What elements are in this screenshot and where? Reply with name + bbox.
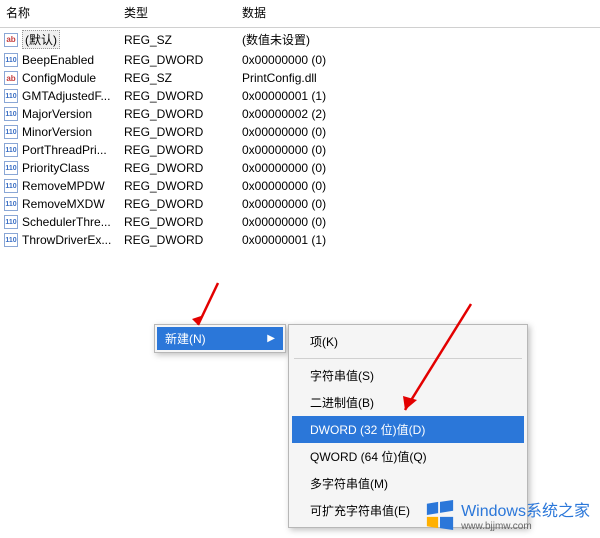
cell-data: 0x00000000 (0) <box>242 143 600 157</box>
cell-type: REG_DWORD <box>124 143 242 157</box>
cell-data: 0x00000000 (0) <box>242 53 600 67</box>
cell-type: REG_DWORD <box>124 179 242 193</box>
menu-item-label: 新建(N) <box>165 330 206 347</box>
table-row[interactable]: 110 PortThreadPri... REG_DWORD 0x00000000… <box>0 141 600 159</box>
cell-type: REG_DWORD <box>124 53 242 67</box>
menu-item-new[interactable]: 新建(N) ▶ <box>157 327 283 350</box>
table-row[interactable]: 110 BeepEnabled REG_DWORD 0x00000000 (0) <box>0 51 600 69</box>
table-row[interactable]: 110 MajorVersion REG_DWORD 0x00000002 (2) <box>0 105 600 123</box>
dword-icon: 110 <box>4 125 18 139</box>
cell-name: RemoveMXDW <box>22 197 105 211</box>
menu-item-label: DWORD (32 位)值(D) <box>310 423 425 437</box>
cell-data: 0x00000001 (1) <box>242 233 600 247</box>
watermark-url: www.bjjmw.com <box>461 521 590 532</box>
menu-item-key[interactable]: 项(K) <box>292 328 524 355</box>
header-data[interactable]: 数据 <box>242 4 600 21</box>
header-name[interactable]: 名称 <box>6 4 124 21</box>
dword-icon: 110 <box>4 89 18 103</box>
context-menu: 新建(N) ▶ <box>154 324 286 353</box>
cell-data: 0x00000000 (0) <box>242 125 600 139</box>
menu-item-qword-value[interactable]: QWORD (64 位)值(Q) <box>292 443 524 470</box>
cell-name: PortThreadPri... <box>22 143 107 157</box>
cell-name: ConfigModule <box>22 71 96 85</box>
table-header: 名称 类型 数据 <box>0 0 600 28</box>
cell-data: 0x00000001 (1) <box>242 89 600 103</box>
dword-icon: 110 <box>4 215 18 229</box>
registry-table: ab (默认) REG_SZ (数值未设置) 110 BeepEnabled REG… <box>0 28 600 249</box>
cell-name: SchedulerThre... <box>22 215 111 229</box>
table-row[interactable]: ab ConfigModule REG_SZ PrintConfig.dll <box>0 69 600 87</box>
cell-type: REG_DWORD <box>124 89 242 103</box>
submenu-arrow-icon: ▶ <box>267 333 275 344</box>
menu-item-string-value[interactable]: 字符串值(S) <box>292 362 524 389</box>
menu-item-label: 多字符串值(M) <box>310 477 388 491</box>
menu-item-label: 项(K) <box>310 335 338 349</box>
dword-icon: 110 <box>4 179 18 193</box>
cell-type: REG_DWORD <box>124 125 242 139</box>
menu-item-binary-value[interactable]: 二进制值(B) <box>292 389 524 416</box>
table-row[interactable]: 110 RemoveMPDW REG_DWORD 0x00000000 (0) <box>0 177 600 195</box>
menu-item-label: 二进制值(B) <box>310 396 374 410</box>
cell-name: GMTAdjustedF... <box>22 89 110 103</box>
cell-name: MinorVersion <box>22 125 92 139</box>
dword-icon: 110 <box>4 53 18 67</box>
cell-name: MajorVersion <box>22 107 92 121</box>
table-row[interactable]: 110 GMTAdjustedF... REG_DWORD 0x00000001 … <box>0 87 600 105</box>
cell-type: REG_DWORD <box>124 233 242 247</box>
menu-item-multi-string-value[interactable]: 多字符串值(M) <box>292 470 524 497</box>
table-row[interactable]: 110 PriorityClass REG_DWORD 0x00000000 (0… <box>0 159 600 177</box>
dword-icon: 110 <box>4 107 18 121</box>
header-type[interactable]: 类型 <box>124 4 242 21</box>
cell-type: REG_DWORD <box>124 161 242 175</box>
menu-item-label: 字符串值(S) <box>310 369 374 383</box>
menu-separator <box>294 358 522 359</box>
table-row[interactable]: 110 RemoveMXDW REG_DWORD 0x00000000 (0) <box>0 195 600 213</box>
cell-type: REG_DWORD <box>124 197 242 211</box>
dword-icon: 110 <box>4 143 18 157</box>
cell-type: REG_DWORD <box>124 215 242 229</box>
table-row[interactable]: ab (默认) REG_SZ (数值未设置) <box>0 28 600 51</box>
cell-data: 0x00000000 (0) <box>242 161 600 175</box>
cell-data: (数值未设置) <box>242 31 600 48</box>
cell-type: REG_SZ <box>124 33 242 47</box>
menu-item-dword-value[interactable]: DWORD (32 位)值(D) <box>292 416 524 443</box>
cell-type: REG_DWORD <box>124 107 242 121</box>
string-icon: ab <box>4 33 18 47</box>
cell-name: (默认) <box>22 30 60 49</box>
cell-data: 0x00000002 (2) <box>242 107 600 121</box>
dword-icon: 110 <box>4 233 18 247</box>
cell-name: ThrowDriverEx... <box>22 233 111 247</box>
dword-icon: 110 <box>4 197 18 211</box>
table-row[interactable]: 110 SchedulerThre... REG_DWORD 0x00000000… <box>0 213 600 231</box>
menu-item-label: QWORD (64 位)值(Q) <box>310 450 427 464</box>
table-row[interactable]: 110 MinorVersion REG_DWORD 0x00000000 (0) <box>0 123 600 141</box>
cell-data: 0x00000000 (0) <box>242 197 600 211</box>
dword-icon: 110 <box>4 161 18 175</box>
windows-logo-icon <box>425 500 455 530</box>
watermark-title: Windows系统之家 <box>461 497 590 521</box>
cell-data: PrintConfig.dll <box>242 71 600 85</box>
string-icon: ab <box>4 71 18 85</box>
cell-data: 0x00000000 (0) <box>242 179 600 193</box>
watermark: Windows系统之家 www.bjjmw.com <box>425 497 590 532</box>
cell-type: REG_SZ <box>124 71 242 85</box>
cell-name: BeepEnabled <box>22 53 94 67</box>
table-row[interactable]: 110 ThrowDriverEx... REG_DWORD 0x00000001… <box>0 231 600 249</box>
cell-name: RemoveMPDW <box>22 179 105 193</box>
menu-item-label: 可扩充字符串值(E) <box>310 504 410 518</box>
cell-name: PriorityClass <box>22 161 89 175</box>
cell-data: 0x00000000 (0) <box>242 215 600 229</box>
